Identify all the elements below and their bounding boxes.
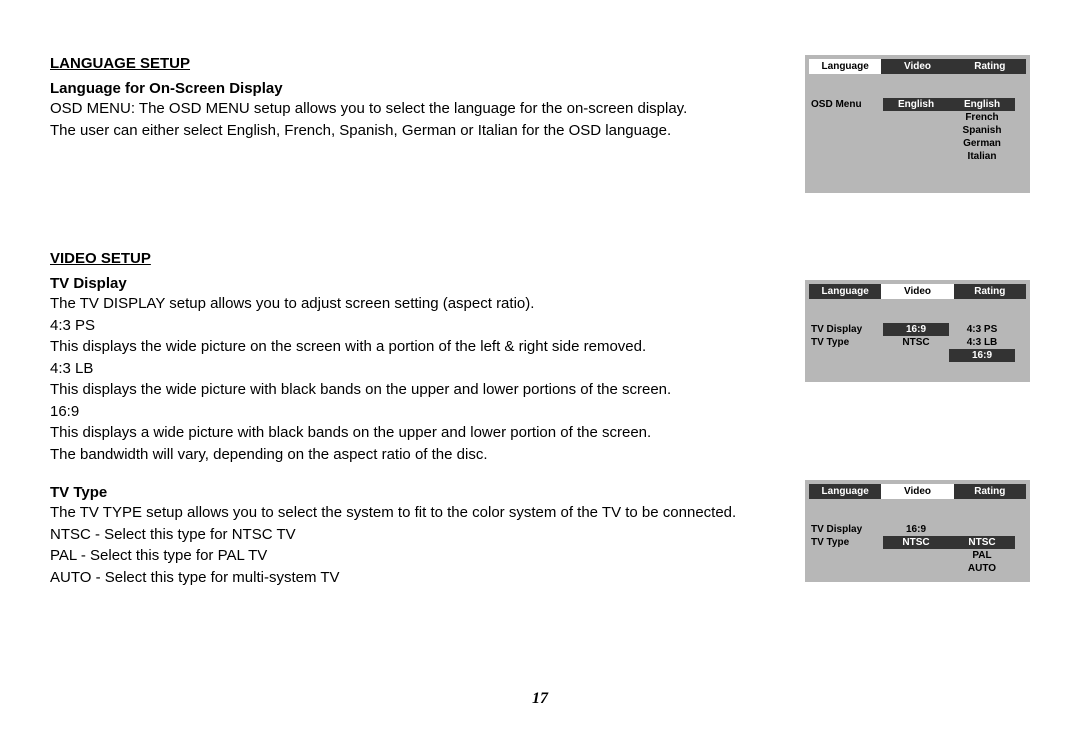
osd-item-label: TV Display	[811, 323, 883, 336]
osd-option[interactable]: NTSC	[949, 536, 1015, 549]
osd-item-value[interactable]: 16:9	[883, 523, 949, 536]
osd-item-label: TV Type	[811, 336, 883, 349]
osd-option[interactable]: Italian	[949, 150, 1015, 163]
osd-panel-tv-display: Language Video Rating TV Display 16:9 4:…	[805, 280, 1030, 382]
osd-option[interactable]: English	[949, 98, 1015, 111]
osd-item-value[interactable]: 16:9	[883, 323, 949, 336]
body-text: OSD MENU: The OSD MENU setup allows you …	[50, 99, 790, 119]
osd-item-label: OSD Menu	[811, 98, 883, 111]
body-text: The user can either select English, Fren…	[50, 121, 790, 141]
osd-tab-rating[interactable]: Rating	[954, 59, 1026, 74]
osd-option[interactable]: 16:9	[949, 349, 1015, 362]
page-number: 17	[0, 690, 1080, 708]
osd-tab-video[interactable]: Video	[881, 59, 953, 74]
subtitle-osd-language: Language for On-Screen Display	[50, 80, 790, 97]
body-text: 4:3 PS	[50, 316, 790, 336]
section-title-language-setup: LANGUAGE SETUP	[50, 55, 790, 72]
body-text: NTSC - Select this type for NTSC TV	[50, 525, 790, 545]
osd-option[interactable]: PAL	[949, 549, 1015, 562]
osd-option[interactable]: French	[949, 111, 1015, 124]
osd-option[interactable]: AUTO	[949, 562, 1015, 575]
body-text: The TV DISPLAY setup allows you to adjus…	[50, 294, 790, 314]
osd-item-value[interactable]: English	[883, 98, 949, 111]
osd-tab-language[interactable]: Language	[809, 284, 881, 299]
osd-tab-rating[interactable]: Rating	[954, 284, 1026, 299]
subtitle-tv-type: TV Type	[50, 484, 790, 501]
osd-tab-video[interactable]: Video	[881, 284, 953, 299]
osd-tab-video[interactable]: Video	[881, 484, 953, 499]
osd-item-label: TV Type	[811, 536, 883, 549]
body-text: 16:9	[50, 402, 790, 422]
body-text: This displays a wide picture with black …	[50, 423, 790, 443]
osd-option[interactable]: Spanish	[949, 124, 1015, 137]
osd-option[interactable]: 4:3 LB	[949, 336, 1015, 349]
osd-item-label: TV Display	[811, 523, 883, 536]
section-title-video-setup: VIDEO SETUP	[50, 250, 790, 267]
body-text: The TV TYPE setup allows you to select t…	[50, 503, 790, 523]
osd-item-value[interactable]: NTSC	[883, 336, 949, 349]
osd-option[interactable]: 4:3 PS	[949, 323, 1015, 336]
osd-tab-rating[interactable]: Rating	[954, 484, 1026, 499]
body-text: 4:3 LB	[50, 359, 790, 379]
osd-item-value[interactable]: NTSC	[883, 536, 949, 549]
body-text: The bandwidth will vary, depending on th…	[50, 445, 790, 465]
body-text: PAL - Select this type for PAL TV	[50, 546, 790, 566]
osd-option[interactable]: German	[949, 137, 1015, 150]
body-text: This displays the wide picture with blac…	[50, 380, 790, 400]
osd-panel-tv-type: Language Video Rating TV Display 16:9 TV…	[805, 480, 1030, 582]
osd-panel-language: Language Video Rating OSD Menu English E…	[805, 55, 1030, 193]
subtitle-tv-display: TV Display	[50, 275, 790, 292]
body-text: AUTO - Select this type for multi-system…	[50, 568, 790, 588]
osd-tab-language[interactable]: Language	[809, 59, 881, 74]
osd-tab-language[interactable]: Language	[809, 484, 881, 499]
body-text: This displays the wide picture on the sc…	[50, 337, 790, 357]
